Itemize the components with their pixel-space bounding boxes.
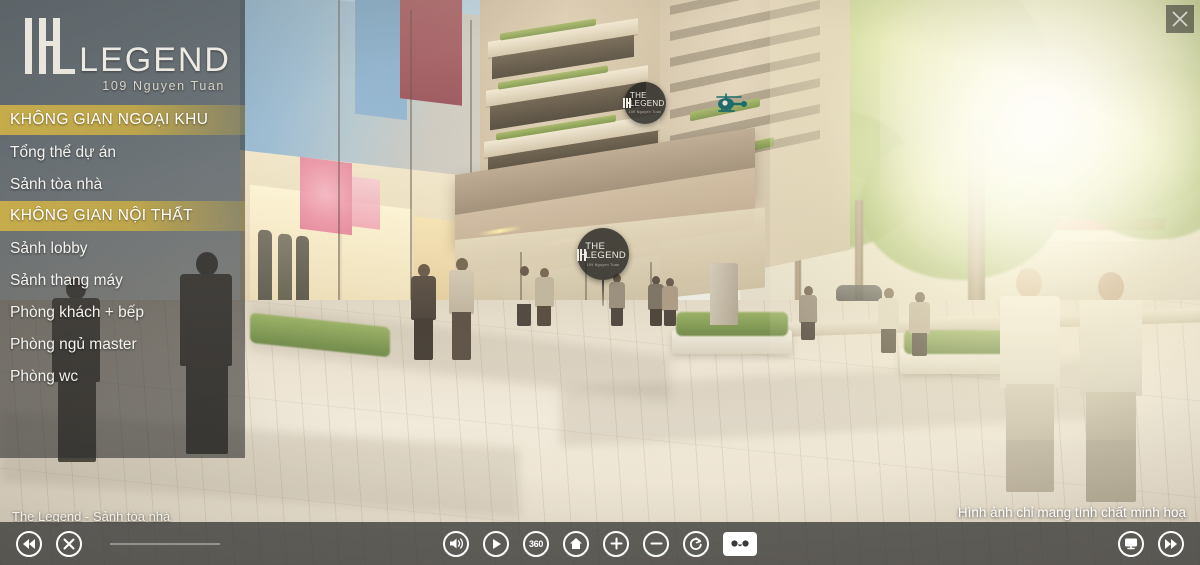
street-tree: [860, 130, 1060, 280]
player-control-bar[interactable]: 360: [0, 522, 1200, 565]
mannequin: [258, 229, 272, 309]
close-icon: [63, 538, 75, 549]
tour-menu-panel[interactable]: LEGEND 109 Nguyen Tuan KHÔNG GIAN NGOẠI …: [0, 0, 245, 458]
rotate-icon: [689, 536, 702, 550]
volume-button[interactable]: [443, 530, 469, 557]
hotspot-logo: THE LEGEND: [622, 91, 668, 108]
hotspot-aerial-helicopter[interactable]: [713, 92, 747, 116]
timeline-progress[interactable]: [110, 542, 220, 545]
play-icon: [492, 538, 501, 549]
menu-item-phong-khach-bep[interactable]: Phòng khách + bếp: [0, 297, 245, 329]
menu-item-sanh-thang-may[interactable]: Sảnh thang máy: [0, 265, 245, 297]
home-button[interactable]: [563, 530, 589, 557]
facade-mullion: [338, 0, 340, 351]
promo-poster: [300, 156, 352, 236]
brand-block: LEGEND 109 Nguyen Tuan: [0, 0, 245, 105]
vr-cardboard-icon: [727, 538, 753, 549]
hotspot-badge[interactable]: THE LEGEND 109 Nguyen Tuan: [622, 82, 668, 124]
zoom-in-button[interactable]: [603, 530, 629, 557]
previous-scene-button[interactable]: [16, 530, 42, 557]
fast-forward-icon: [1165, 538, 1177, 549]
menu-item-sanh-lobby[interactable]: Sảnh lobby: [0, 233, 245, 265]
the-monogram-icon: [17, 14, 81, 76]
the-monogram-icon: [622, 98, 631, 108]
next-scene-button[interactable]: [1158, 530, 1184, 557]
360-icon: 360: [528, 538, 544, 549]
close-viewer-button[interactable]: [1166, 5, 1194, 33]
promo-poster: [352, 176, 380, 230]
fullscreen-button[interactable]: [1118, 530, 1144, 557]
menu-item-sanh-toa-nha[interactable]: Sảnh tòa nhà: [0, 169, 245, 201]
close-tour-button[interactable]: [56, 530, 82, 557]
menu-section-interior: KHÔNG GIAN NỘI THẤT: [0, 201, 245, 231]
hotspot-label: THE LEGEND: [629, 91, 665, 108]
hotspot-badge[interactable]: THE LEGEND 109 Nguyen Tuan: [576, 228, 630, 280]
the-monogram-icon: [576, 248, 586, 261]
illustration-disclaimer: Hình ảnh chỉ mang tính chất minh hoạ: [957, 505, 1186, 520]
control-group-center: 360: [443, 530, 757, 557]
parked-car: [836, 285, 882, 301]
monitor-icon: [1125, 538, 1137, 550]
hotspot-upper-building[interactable]: THE LEGEND 109 Nguyen Tuan: [622, 82, 668, 124]
hotspot-sublabel: 109 Nguyen Tuan: [586, 262, 620, 267]
rewind-icon: [23, 538, 35, 549]
volume-icon: [449, 538, 463, 549]
brand-logo: LEGEND: [25, 14, 231, 79]
control-group-left: [0, 530, 220, 557]
minus-icon: [650, 542, 662, 545]
hotspot-label: THE LEGEND: [585, 240, 627, 261]
entrance-monument: [710, 263, 738, 325]
play-button[interactable]: [483, 530, 509, 557]
hotspot-sublabel: 109 Nguyen Tuan: [628, 110, 662, 114]
hotspot-entrance-lobby[interactable]: THE LEGEND 109 Nguyen Tuan: [576, 228, 630, 306]
helicopter-icon[interactable]: [713, 92, 747, 116]
menu-item-phong-ngu-master[interactable]: Phòng ngủ master: [0, 329, 245, 361]
hotspot-stem: [602, 280, 604, 306]
vr-mode-button[interactable]: [723, 531, 757, 556]
zoom-out-button[interactable]: [643, 530, 669, 557]
hotspot-logo: THE LEGEND: [576, 240, 630, 261]
brand-address: 109 Nguyen Tuan: [102, 79, 225, 93]
control-group-right: [1118, 530, 1184, 557]
virtual-tour-viewer[interactable]: THE LEGEND 109 Nguyen Tuan THE LEGEND 10…: [0, 0, 1200, 565]
brand-wordmark: LEGEND: [79, 40, 231, 79]
close-icon: [1172, 11, 1188, 27]
plus-icon: [610, 537, 622, 550]
autorotate-button[interactable]: [683, 530, 709, 557]
view-360-button[interactable]: 360: [523, 530, 549, 557]
menu-section-exterior: KHÔNG GIAN NGOẠI KHU: [0, 105, 245, 135]
home-icon: [570, 538, 582, 549]
menu-item-phong-wc[interactable]: Phòng wc: [0, 361, 245, 393]
menu-item-tong-the-du-an[interactable]: Tổng thể dự án: [0, 137, 245, 169]
